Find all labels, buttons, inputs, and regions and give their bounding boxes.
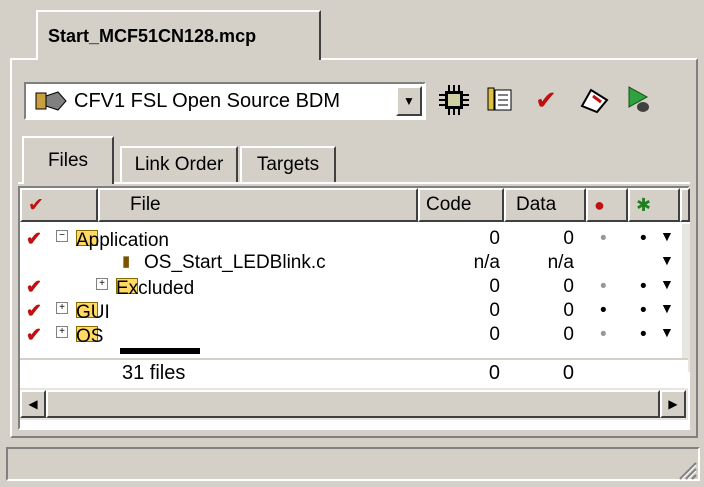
data-size: 0 <box>563 300 574 321</box>
data-size: n/a <box>547 252 574 273</box>
debug-dot-icon[interactable]: • <box>600 228 607 250</box>
code-total: 0 <box>488 362 500 384</box>
code-size: n/a <box>473 252 500 273</box>
file-name: Excluded <box>116 278 195 299</box>
expand-arrow-icon[interactable]: ▼ <box>660 300 674 316</box>
scroll-thumb[interactable] <box>46 390 660 418</box>
data-size: 0 <box>563 276 574 297</box>
check-icon: ✔ <box>26 277 42 298</box>
expand-arrow-icon[interactable]: ▼ <box>660 324 674 340</box>
header-check-column[interactable]: ✔ <box>20 188 98 222</box>
data-size: 0 <box>563 324 574 345</box>
c-file-icon: ▮ <box>122 253 131 270</box>
scroll-left-icon[interactable]: ◀ <box>20 390 46 418</box>
horizontal-scrollbar[interactable]: ◀ ▶ <box>20 388 688 420</box>
check-icon: ✔ <box>26 325 42 346</box>
list-item[interactable]: ▮ OS_Start_LEDBlink.c n/a n/a ▼ <box>20 250 680 276</box>
project-tab-label: Start_MCF51CN128.mcp <box>48 26 257 46</box>
target-select-value: CFV1 FSL Open Source BDM <box>74 89 341 112</box>
file-count: 31 files <box>122 362 186 384</box>
file-list[interactable]: ✔ File Code Data ● ✱ ✔ − Application 0 0… <box>18 186 690 430</box>
header-code-column[interactable]: Code <box>418 188 504 222</box>
file-name: GUI <box>76 302 110 323</box>
file-name: OS_Start_LEDBlink.c <box>144 252 326 273</box>
chip-icon[interactable] <box>438 84 470 116</box>
target-select[interactable]: CFV1 FSL Open Source BDM ▼ <box>24 82 426 120</box>
resize-grip-icon[interactable] <box>674 457 698 481</box>
bug-icon: ✱ <box>636 194 652 215</box>
expand-arrow-icon[interactable]: ▼ <box>660 276 674 292</box>
check-icon[interactable]: ✔ <box>530 84 562 116</box>
status-bar <box>6 447 700 481</box>
data-size: 0 <box>563 228 574 249</box>
file-info-icon[interactable] <box>484 84 516 116</box>
debug-dot-icon[interactable]: • <box>600 276 607 298</box>
debug-dot-icon[interactable]: • <box>600 324 607 346</box>
tab-targets[interactable]: Targets <box>240 146 336 182</box>
dropdown-arrow-icon[interactable]: ▼ <box>396 86 422 116</box>
debug-header-icon: ● <box>594 194 605 215</box>
target-dot-icon[interactable]: • <box>640 228 647 250</box>
tab-targets-label: Targets <box>256 154 320 175</box>
scroll-right-icon[interactable]: ▶ <box>660 390 686 418</box>
header-data-label: Data <box>516 194 557 215</box>
tab-files[interactable]: Files <box>22 136 114 184</box>
list-item[interactable]: ✔ + GUI 0 0 • • ▼ <box>20 298 680 324</box>
expand-arrow-icon[interactable]: ▼ <box>660 228 674 244</box>
file-name: Application <box>76 230 169 251</box>
tab-link-order-label: Link Order <box>134 154 224 175</box>
target-icon <box>35 91 67 111</box>
tab-link-order[interactable]: Link Order <box>120 146 238 182</box>
header-data-column[interactable]: Data <box>504 188 586 222</box>
partial-row <box>120 348 200 354</box>
expand-arrow-icon[interactable]: ▼ <box>660 252 674 268</box>
tab-divider <box>18 182 690 184</box>
file-name: OS <box>76 326 104 347</box>
project-tab[interactable]: Start_MCF51CN128.mcp <box>36 10 321 60</box>
vertical-scrollbar[interactable] <box>682 224 690 372</box>
debug-icon[interactable] <box>578 84 610 116</box>
header-file-label: File <box>130 194 161 215</box>
target-dot-icon[interactable]: • <box>640 324 647 346</box>
check-icon: ✔ <box>26 301 42 322</box>
check-icon: ✔ <box>28 194 44 216</box>
data-total: 0 <box>562 362 574 384</box>
header-file-column[interactable]: File <box>98 188 418 222</box>
check-icon: ✔ <box>26 229 42 250</box>
code-size: 0 <box>489 324 500 345</box>
header-target-column[interactable]: ✱ <box>628 188 680 222</box>
list-footer: 31 files 0 0 <box>20 358 688 384</box>
target-dot-icon[interactable]: • <box>640 276 647 298</box>
header-code-label: Code <box>426 194 472 215</box>
debug-dot-icon[interactable]: • <box>600 300 607 322</box>
target-dot-icon[interactable]: • <box>640 300 647 322</box>
list-item[interactable]: ✔ + OS 0 0 • • ▼ <box>20 322 680 348</box>
header-debug-column[interactable]: ● <box>586 188 628 222</box>
code-size: 0 <box>489 276 500 297</box>
code-size: 0 <box>489 228 500 249</box>
list-item[interactable]: ✔ + Excluded 0 0 • • ▼ <box>20 274 680 300</box>
list-item[interactable]: ✔ − Application 0 0 • • ▼ <box>20 226 680 252</box>
run-icon[interactable] <box>624 84 656 116</box>
code-size: 0 <box>489 300 500 321</box>
tab-files-label: Files <box>47 150 89 171</box>
header-end <box>680 188 690 222</box>
